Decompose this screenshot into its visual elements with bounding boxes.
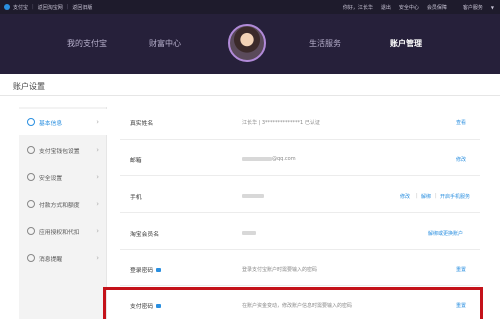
chevron-right-icon: › xyxy=(96,254,99,262)
topbar-link-alipay[interactable]: 支付宝 xyxy=(13,4,28,11)
modify-phone-link[interactable]: 修改 xyxy=(400,193,410,200)
sidebar-item-label: 安全设置 xyxy=(39,175,63,182)
chevron-right-icon: › xyxy=(96,118,99,126)
avatar[interactable] xyxy=(228,24,266,62)
divider xyxy=(120,175,480,176)
payment-icon xyxy=(27,200,35,208)
sidebar-item-app-authorization[interactable]: 应用授权和代扣 › xyxy=(19,218,107,244)
unbind-or-change-account-link[interactable]: 解绑或更换账户 xyxy=(428,230,463,237)
chevron-right-icon: › xyxy=(96,173,99,181)
app-icon xyxy=(27,227,35,235)
logout-link[interactable]: 退出 xyxy=(381,4,391,11)
customer-service-link[interactable]: 客户服务 ▼ xyxy=(455,4,494,11)
wallet-icon xyxy=(27,146,35,154)
nav-wealth-center[interactable]: 财富中心 xyxy=(149,38,181,49)
separator: | xyxy=(32,4,34,10)
taobao-member-value xyxy=(242,230,256,236)
sidebar-item-basic-info[interactable]: 基本信息 › xyxy=(19,109,107,135)
reset-login-password-link[interactable]: 重置 xyxy=(456,266,466,273)
redacted-text xyxy=(242,193,264,198)
page-title: 账户设置 xyxy=(13,82,45,91)
sidebar-item-label: 消息提醒 xyxy=(39,256,63,263)
enable-phone-service-link[interactable]: 开启手机服务 xyxy=(440,193,470,200)
divider xyxy=(120,139,480,140)
separator: | xyxy=(66,4,69,10)
real-name-label: 真实姓名 xyxy=(130,121,154,127)
sidebar-item-label: 付款方式和额度 xyxy=(39,202,80,209)
nav-account-management[interactable]: 账户管理 xyxy=(390,38,422,49)
separator: | xyxy=(416,193,418,199)
sidebar-item-payment-limits[interactable]: 付款方式和额度 › xyxy=(19,191,107,217)
shield-icon xyxy=(27,173,35,181)
taobao-member-label: 淘宝会员名 xyxy=(130,232,159,238)
nav-my-alipay[interactable]: 我的支付宝 xyxy=(67,38,107,49)
lock-icon xyxy=(156,268,162,272)
sidebar-item-notifications[interactable]: 消息提醒 › xyxy=(19,245,107,271)
phone-label: 手机 xyxy=(130,195,142,201)
payment-password-label: 支付密码 xyxy=(130,301,162,310)
sidebar-item-label: 应用授权和代扣 xyxy=(39,229,80,236)
redacted-text xyxy=(242,156,272,161)
alipay-logo-icon xyxy=(4,4,10,10)
security-center-link[interactable]: 安全中心 xyxy=(399,4,419,11)
person-icon xyxy=(27,118,35,126)
view-real-name-link[interactable]: 查看 xyxy=(456,119,466,126)
sidebar: 基本信息 › 支付宝钱包设置 › 安全设置 › 付款方式和额度 › 应用授权和代… xyxy=(19,107,107,319)
payment-password-desc: 在账户资金变动，修改账户信息时需要输入的密码 xyxy=(242,303,353,309)
nav-life-services[interactable]: 生活服务 xyxy=(309,38,341,49)
unbind-phone-link[interactable]: 解绑 xyxy=(421,193,431,200)
chevron-right-icon: › xyxy=(96,146,99,154)
divider xyxy=(0,95,500,96)
main-navigation: 我的支付宝 财富中心 生活服务 账户管理 xyxy=(0,14,500,74)
divider xyxy=(120,285,480,286)
redacted-text xyxy=(242,230,256,235)
reset-payment-password-link[interactable]: 重置 xyxy=(456,302,466,309)
sidebar-item-label: 基本信息 xyxy=(39,120,63,127)
email-value: @qq.com xyxy=(242,156,296,162)
topbar-link-old-version[interactable]: 返回旧版 xyxy=(72,4,92,11)
email-label: 邮箱 xyxy=(130,158,142,164)
chevron-right-icon: › xyxy=(96,227,99,235)
phone-value xyxy=(242,193,264,199)
login-password-desc: 登录支付宝账户时需要输入的密码 xyxy=(242,267,318,273)
lock-icon xyxy=(156,304,162,308)
sidebar-item-security[interactable]: 安全设置 › xyxy=(19,164,107,190)
user-greeting[interactable]: 你好，江长华 xyxy=(343,4,373,11)
member-protection-link[interactable]: 会员保障 xyxy=(427,4,447,11)
message-icon xyxy=(27,254,35,262)
login-password-label: 登录密码 xyxy=(130,265,162,274)
top-utility-bar: 支付宝 | 返回淘宝网 | 返回旧版 你好，江长华 退出 安全中心 会员保障 客… xyxy=(0,0,500,14)
sidebar-item-wallet-settings[interactable]: 支付宝钱包设置 › xyxy=(19,137,107,163)
real-name-value: 江长华 | 3**************1 已认证 xyxy=(242,120,320,126)
divider xyxy=(120,249,480,250)
separator: | xyxy=(435,193,437,199)
topbar-link-taobao[interactable]: 返回淘宝网 xyxy=(38,4,63,11)
chevron-right-icon: › xyxy=(96,200,99,208)
modify-email-link[interactable]: 修改 xyxy=(456,156,466,163)
divider xyxy=(120,212,480,213)
chevron-down-icon: ▼ xyxy=(490,4,494,10)
sidebar-item-label: 支付宝钱包设置 xyxy=(39,148,80,155)
